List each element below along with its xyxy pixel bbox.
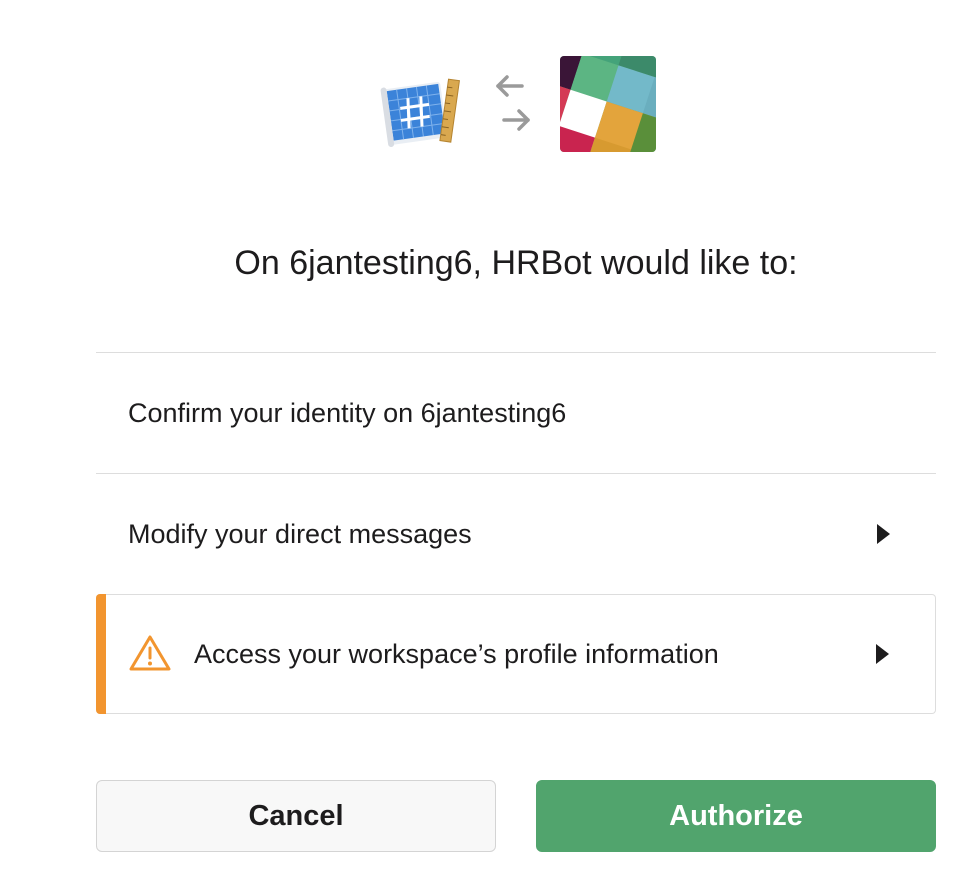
permission-identity: Confirm your identity on 6jantesting6	[96, 352, 936, 473]
page-title: On 6jantesting6, HRBot would like to:	[234, 244, 798, 282]
permission-label: Confirm your identity on 6jantesting6	[128, 398, 567, 428]
permission-direct-messages[interactable]: Modify your direct messages	[96, 473, 936, 594]
app-connection-icons	[0, 56, 960, 152]
swap-arrows-icon	[492, 74, 534, 134]
permission-profile-information[interactable]: Access your workspace’s profile informat…	[96, 594, 936, 714]
blueprint-app-icon	[380, 72, 470, 148]
permission-label: Access your workspace’s profile informat…	[194, 639, 719, 669]
expand-caret-icon[interactable]	[877, 524, 890, 544]
warning-accent-bar	[96, 594, 106, 714]
authorize-button[interactable]: Authorize	[536, 780, 936, 852]
permission-list: Confirm your identity on 6jantesting6 Mo…	[96, 352, 936, 714]
warning-triangle-icon	[128, 634, 172, 672]
slack-logo-icon	[560, 56, 656, 152]
cancel-button[interactable]: Cancel	[96, 780, 496, 852]
permission-label: Modify your direct messages	[128, 519, 472, 549]
expand-caret-icon[interactable]	[876, 644, 889, 664]
